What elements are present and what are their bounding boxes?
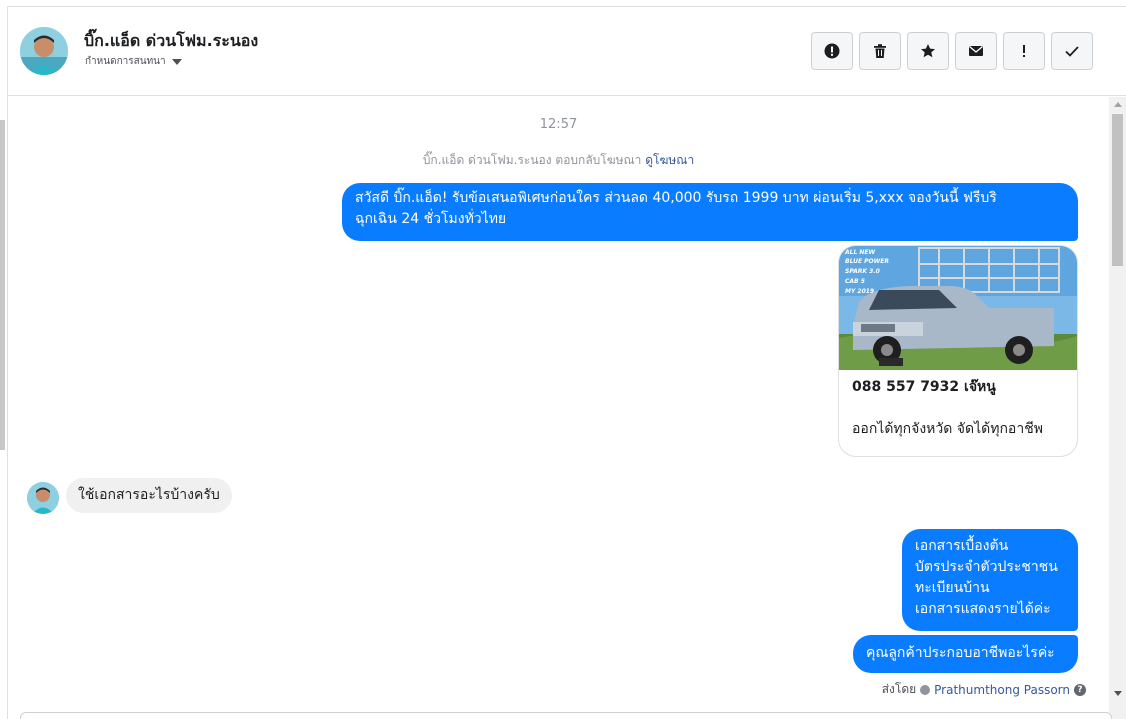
conversation-header: บิ๊ก.แอ็ด ด่วนโฟม.ระนอง กำหนดการสนทนา [8,7,1126,96]
card-image-text: MY 2019 [845,288,874,295]
incoming-message: ใช้เอกสารอะไรบ้างครับ [66,478,232,513]
check-icon [1065,46,1079,57]
sent-by-label: ส่งโดย [881,682,917,696]
delete-button[interactable] [859,32,901,70]
message-line: สวัสดี บิ๊ก.แอ็ด! รับข้อเสนอพิเศษก่อนใคร… [355,190,997,206]
outer-scrollbar[interactable] [0,120,5,450]
report-button[interactable] [811,32,853,70]
caret-down-icon [171,58,182,65]
view-ad-link[interactable]: ดูโฆษณา [645,153,694,167]
conversation-settings-label: กำหนดการสนทนา [85,56,166,67]
inbox-frame: บิ๊ก.แอ็ด ด่วนโฟม.ระนอง กำหนดการสนทนา 12… [7,6,1126,719]
outgoing-message: สวัสดี บิ๊ก.แอ็ด! รับข้อเสนอพิเศษก่อนใคร… [342,183,1078,241]
exclamation-icon [1023,45,1025,57]
alert-icon [824,43,840,59]
message-thread[interactable]: 12:57 บิ๊ก.แอ็ด ด่วนโฟม.ระนอง ตอบกลับโฆษ… [8,97,1109,719]
mark-spam-button[interactable] [1003,32,1045,70]
message-line: เอกสารแสดงรายได้ค่ะ [915,601,1051,617]
message-timestamp: 12:57 [539,117,578,132]
trash-icon [874,44,886,58]
envelope-icon [969,46,983,56]
card-image-text: CAB 5 [845,278,865,285]
card-image-text: ALL NEW [844,249,875,256]
message-line: เอกสารเบื้องต้น [915,538,1009,554]
card-image-text: SPARK 3.0 [845,268,880,275]
ad-reply-text: บิ๊ก.แอ็ด ด่วนโฟม.ระนอง ตอบกลับโฆษณา [422,153,642,167]
card-image-text: BLUE POWER [845,258,889,265]
message-line: บัตรประจำตัวประชาชน [915,559,1058,575]
thread-scrollbar[interactable] [1109,97,1126,719]
contact-avatar[interactable] [20,27,68,75]
star-icon [921,44,935,58]
conversation-toolbar [811,32,1093,70]
conversation-settings-dropdown[interactable]: กำหนดการสนทนา [85,54,182,69]
contact-avatar-small[interactable] [27,482,59,514]
ad-card[interactable]: ALL NEW BLUE POWER SPARK 3.0 CAB 5 MY 20… [838,245,1078,457]
message-line: ฉุกเฉิน 24 ชั่วโมงทั่วไทย [355,211,507,227]
scroll-down-icon[interactable] [1114,691,1122,696]
outgoing-message: เอกสารเบื้องต้น บัตรประจำตัวประชาชน ทะเบ… [902,529,1078,631]
ad-card-title: 088 557 7932 เจ๊หนู [852,379,996,395]
help-icon[interactable]: ? [1074,683,1086,696]
star-button[interactable] [907,32,949,70]
contact-name[interactable]: บิ๊ก.แอ็ด ด่วนโฟม.ระนอง [84,29,258,54]
scroll-thumb[interactable] [1112,114,1123,266]
mark-unread-button[interactable] [955,32,997,70]
ad-card-description: ออกได้ทุกจังหวัด จัดได้ทุกอาชีพ [852,421,1043,437]
mark-done-button[interactable] [1051,32,1093,70]
message-line: ทะเบียนบ้าน [915,580,990,596]
ad-reply-note: บิ๊ก.แอ็ด ด่วนโฟม.ระนอง ตอบกลับโฆษณา ดูโ… [8,151,1109,170]
sent-by-name[interactable]: Prathumthong Passorn [934,683,1070,697]
message-composer[interactable] [20,712,1112,719]
sent-by-info: ส่งโดย Prathumthong Passorn ? [882,680,1086,699]
truck-image: ALL NEW BLUE POWER SPARK 3.0 CAB 5 MY 20… [839,246,1077,370]
outgoing-message: คุณลูกค้าประกอบอาชีพอะไรค่ะ [853,635,1078,673]
scroll-up-icon[interactable] [1114,102,1122,107]
page-badge-icon [920,684,931,695]
